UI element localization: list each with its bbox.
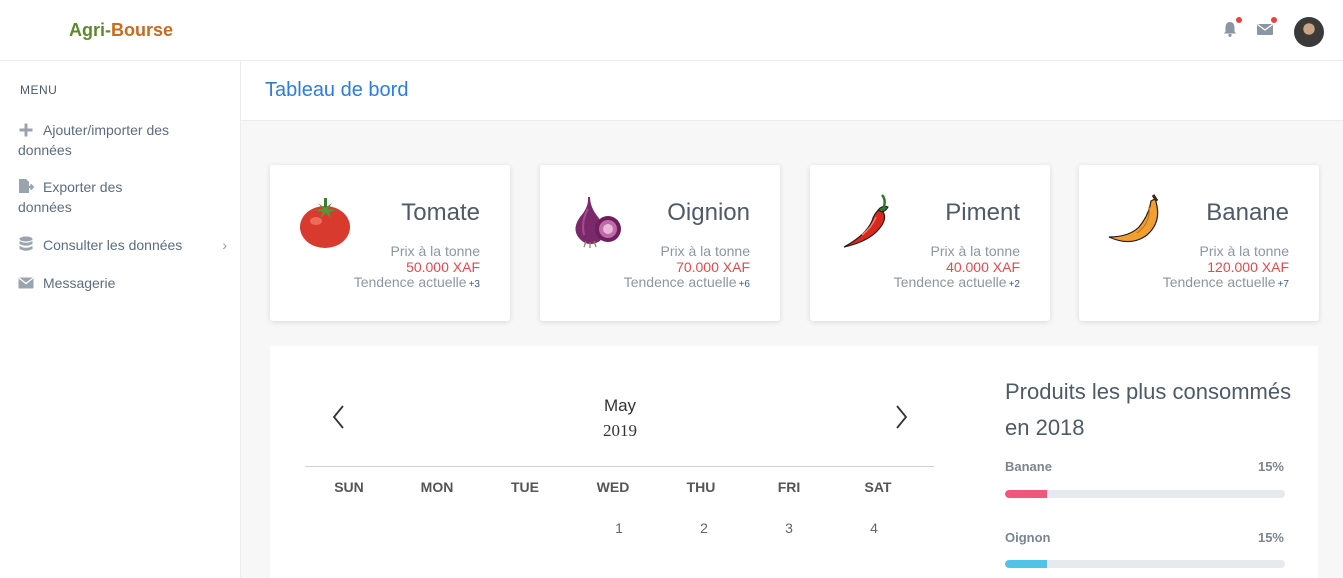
product-card-oignion[interactable]: Oignion Prix à la tonne 70.000 XAF Tende… [540,165,780,321]
trend-line: Tendence actuelle +2 [894,274,1020,290]
price-label: Prix à la tonne [930,243,1021,259]
calendar-prev-button[interactable] [330,404,350,430]
message-dot [1271,17,1277,23]
stat-name: Banane [1005,459,1052,474]
sidebar-item-export-data[interactable]: Exporter des données [18,177,233,217]
calendar-month: May [603,396,637,415]
sidebar-item-messaging[interactable]: Messagerie [18,273,233,293]
tomato-icon [296,191,358,251]
sidebar-item-label: Messagerie [43,275,116,291]
price-label: Prix à la tonne [390,243,481,259]
brand-part-1: Agri- [69,20,111,40]
bell-icon[interactable] [1221,17,1242,38]
stat-percent: 15% [1257,459,1284,474]
weekday-header: FRI [777,479,801,495]
product-price: 40.000 XAF [946,259,1020,275]
trend-value: +7 [1277,279,1289,290]
trend-line: Tendence actuelle +6 [624,274,750,290]
calendar-divider [305,466,934,467]
product-card-piment[interactable]: Piment Prix à la tonne 40.000 XAF Tenden… [810,165,1050,321]
product-card-tomate[interactable]: Tomate Prix à la tonne 50.000 XAF Tenden… [270,165,510,321]
weekday-header: MON [420,479,454,495]
brand-part-2: Bourse [111,20,174,40]
weekday-header: WED [596,479,630,495]
product-price: 120.000 XAF [1207,259,1289,275]
user-avatar[interactable] [1294,17,1324,47]
trend-label: Tendence actuelle [353,274,467,290]
product-price: 50.000 XAF [406,259,480,275]
calendar-next-button[interactable] [890,404,910,430]
calendar-day[interactable]: 4 [834,520,914,536]
product-name: Tomate [401,199,480,226]
calendar-day[interactable]: 2 [664,520,744,536]
sidebar-item-label: Consulter les données [43,237,183,253]
calendar-year: 2019 [603,421,637,440]
stats-title: Produits les plus consommés en 2018 [1005,379,1292,440]
notification-dot [1236,17,1242,23]
trend-line: Tendence actuelle +3 [354,274,480,290]
page-header: Tableau de bord [241,61,1343,121]
trend-label: Tendence actuelle [1162,274,1276,290]
price-label: Prix à la tonne [1199,243,1290,259]
sidebar-item-import-data[interactable]: Ajouter/importer des données [18,120,233,160]
trend-label: Tendence actuelle [893,274,1007,290]
chili-pepper-icon [836,191,898,251]
trend-value: +2 [1008,279,1020,290]
calendar-day[interactable]: 3 [749,520,829,536]
product-price: 70.000 XAF [676,259,750,275]
stat-percent: 15% [1257,530,1284,545]
weekday-header: SUN [334,479,364,495]
banana-icon [1105,191,1167,251]
stat-progress-fill [1005,560,1047,568]
trend-label: Tendence actuelle [623,274,737,290]
sidebar-item-view-data[interactable]: Consulter les données › [18,235,233,255]
trend-line: Tendence actuelle +7 [1163,274,1289,290]
sidebar-item-label-2: données [18,199,72,215]
sidebar-item-label-2: données [18,142,72,158]
product-name: Banane [1206,199,1289,226]
menu-title: MENU [20,83,58,97]
sidebar-item-label: Exporter des [43,179,123,195]
brand-logo[interactable]: Agri-Bourse [69,20,173,41]
weekday-header: SAT [864,479,892,495]
stat-progress-bar [1005,560,1285,568]
envelope-icon[interactable] [1256,17,1277,38]
price-label: Prix à la tonne [660,243,751,259]
stat-name: Oignon [1005,530,1051,545]
envelope-icon [18,275,34,289]
product-name: Oignion [667,199,750,226]
weekday-header: TUE [511,479,539,495]
product-name: Piment [945,199,1020,226]
trend-value: +6 [738,279,750,290]
chevron-right-icon[interactable]: › [222,235,227,255]
onion-icon [566,191,628,251]
plus-icon [18,122,34,137]
trend-value: +3 [468,279,480,290]
calendar-day[interactable]: 1 [579,520,659,536]
sidebar: MENU Ajouter/importer des données Export… [0,61,241,578]
product-card-banane[interactable]: Banane Prix à la tonne 120.000 XAF Tende… [1079,165,1319,321]
top-bar: Agri-Bourse [0,0,1343,61]
stat-progress-bar [1005,490,1285,498]
stat-progress-fill [1005,490,1047,498]
database-icon [18,236,34,251]
page-title: Tableau de bord [265,79,409,101]
weekday-header: THU [686,479,716,495]
dashboard-panel: May 2019 SUN MON TUE WED THU FRI SAT 1 2… [270,346,1318,578]
file-export-icon [18,178,35,193]
sidebar-item-label: Ajouter/importer des [43,122,170,138]
